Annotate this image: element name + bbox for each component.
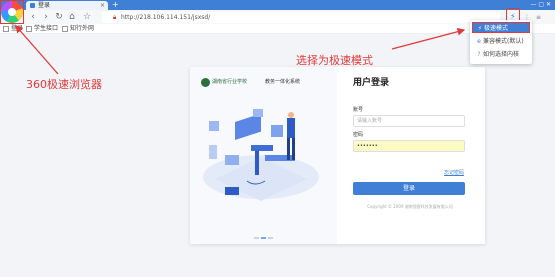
logo-highlight-box [0,0,24,24]
arrow-to-speed-mode [391,27,466,50]
arrow-to-browser-logo [15,25,59,75]
annotation-arrows [15,25,466,75]
